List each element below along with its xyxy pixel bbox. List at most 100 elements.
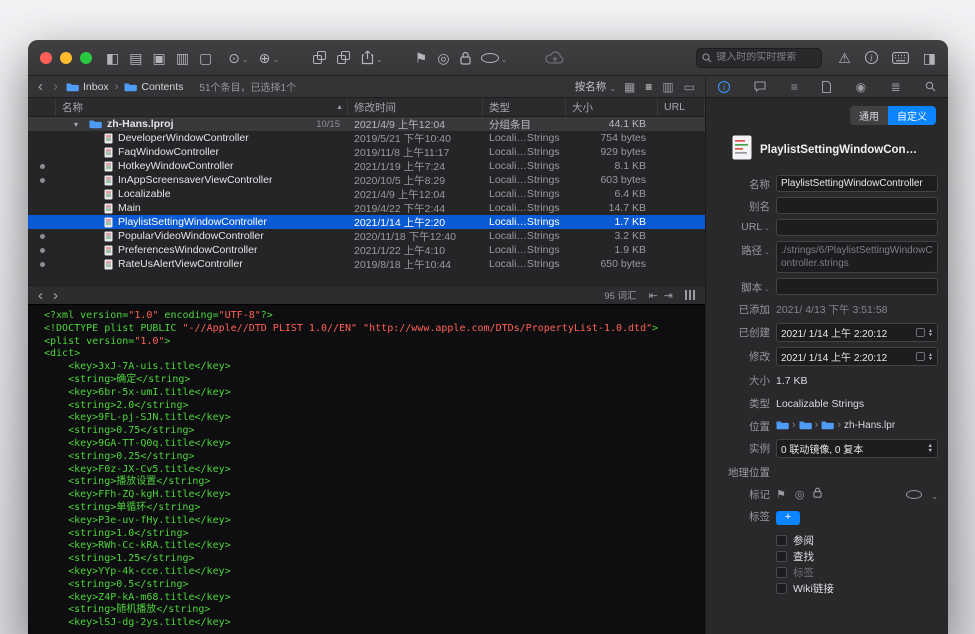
forward-button[interactable]: › — [51, 79, 60, 94]
date-stepper[interactable]: ▲▼ — [928, 329, 933, 337]
row-size-cell: 929 bytes — [566, 146, 658, 158]
tag-checkbox[interactable] — [776, 567, 787, 578]
list-view-icon[interactable]: ▤ — [129, 51, 142, 65]
search-tab-icon[interactable] — [925, 81, 936, 92]
tag-checkbox[interactable] — [776, 551, 787, 562]
field-input[interactable] — [776, 278, 938, 295]
column-header-url[interactable]: URL — [658, 98, 705, 116]
gallery-view-button[interactable]: ▭ — [682, 80, 697, 94]
back-button[interactable]: ‹ — [36, 79, 45, 94]
code-back-button[interactable]: ‹ — [36, 288, 45, 303]
table-row[interactable]: Main2019/4/22 下午2:44Locali…Strings14.7 K… — [28, 201, 705, 215]
column-header-mod[interactable]: 修改时间 — [348, 98, 483, 116]
table-row[interactable]: HotkeyWindowController2021/1/19 上午7:24Lo… — [28, 159, 705, 173]
add-tag-button[interactable]: + — [776, 511, 800, 525]
code-forward-button[interactable]: › — [51, 288, 60, 303]
table-row[interactable]: PlaylistSettingWindowController2021/1/14… — [28, 215, 705, 229]
list-view-button[interactable]: ≡ — [643, 80, 654, 94]
inspector-field-breadcrumb: 位置›››zh-Hans.lpr — [716, 417, 938, 434]
info-icon[interactable]: i — [865, 51, 878, 64]
disclosure-triangle-icon[interactable]: ▾ — [74, 120, 84, 129]
reader-view-icon[interactable]: ▣ — [152, 51, 165, 65]
table-row[interactable]: InAppScreensaverViewController2020/10/5 … — [28, 173, 705, 187]
minimize-button[interactable] — [60, 52, 72, 64]
line-wrap-icon[interactable] — [685, 290, 695, 300]
code-line: <string>单循环</string> — [44, 502, 705, 515]
copy-icon[interactable] — [313, 51, 327, 65]
code-line: <key>9GA-TT-Q0q.title</key> — [44, 438, 705, 451]
breadcrumb-inbox[interactable]: Inbox — [66, 81, 109, 93]
mark-lock-icon[interactable] — [813, 487, 822, 501]
field-input[interactable] — [776, 219, 938, 236]
column-header-name[interactable]: 名称▲ — [56, 98, 348, 116]
instances-select[interactable]: 0 联动镜像, 0 复本▲▼ — [776, 439, 938, 458]
field-input[interactable] — [776, 197, 938, 214]
tab-custom[interactable]: 自定义 — [888, 106, 936, 125]
cloud-upload-icon[interactable] — [545, 51, 565, 65]
breadcrumb-contents[interactable]: Contents — [124, 81, 183, 93]
info-tab-icon[interactable]: i — [718, 81, 730, 93]
next-result-icon[interactable]: ⇥ — [664, 289, 673, 302]
warning-icon[interactable]: ⚠ — [838, 51, 851, 65]
flag-icon[interactable]: ⚑ — [415, 51, 428, 65]
mark-record-icon[interactable]: ◎ — [795, 488, 805, 501]
record-icon[interactable]: ◎ — [437, 51, 449, 65]
table-row[interactable]: DeveloperWindowController2019/5/21 下午10:… — [28, 131, 705, 145]
source-editor[interactable]: <?xml version="1.0" encoding="UTF-8"?><!… — [28, 305, 705, 634]
field-label: 脚本 ⌄ — [716, 278, 770, 295]
search-field[interactable] — [696, 48, 822, 68]
column-header-size[interactable]: 大小 — [566, 98, 658, 116]
close-button[interactable] — [40, 52, 52, 64]
duplicate-icon[interactable] — [337, 51, 351, 65]
calendar-icon[interactable] — [916, 328, 925, 337]
zoom-button[interactable] — [80, 52, 92, 64]
row-size-cell: 603 bytes — [566, 174, 658, 186]
field-input[interactable]: PlaylistSettingWindowController — [776, 175, 938, 192]
field-label: 路径 ⌄ — [716, 241, 770, 258]
oval-menu-button[interactable]: ⌄ — [481, 53, 508, 63]
date-input[interactable]: 2021/ 1/14 上午 2:20:12▲▼ — [776, 347, 938, 366]
tag-item[interactable]: 参阅 — [776, 532, 938, 548]
code-line: <string>1.0</string> — [44, 528, 705, 541]
column-header-flag[interactable] — [28, 98, 56, 116]
add-menu-button[interactable]: ⊕⌄ — [259, 51, 279, 65]
share-icon[interactable]: ⌄ — [361, 50, 383, 65]
table-row[interactable]: PopularVideoWindowController2020/11/18 下… — [28, 229, 705, 243]
table-row[interactable]: ▾zh-Hans.lproj10/152021/4/9 上午12:04分组条目4… — [28, 117, 705, 131]
document-tab-icon[interactable] — [822, 81, 831, 93]
toggle-right-panel-icon[interactable]: ◨ — [923, 51, 936, 65]
sort-menu-button[interactable]: 按名称 ⌄ — [575, 79, 616, 94]
table-row[interactable]: FaqWindowController2019/11/8 上午11:17Loca… — [28, 145, 705, 159]
tab-general[interactable]: 通用 — [850, 106, 888, 125]
table-row[interactable]: PreferencesWindowController2021/1/22 上午4… — [28, 243, 705, 257]
tag-item[interactable]: 标签 — [776, 564, 938, 580]
toggle-sidebar-icon[interactable]: ◧ — [106, 51, 119, 65]
file-name: HotkeyWindowController — [118, 160, 234, 172]
record-tab-icon[interactable]: ◉ — [856, 80, 866, 94]
date-input[interactable]: 2021/ 1/14 上午 2:20:12▲▼ — [776, 323, 938, 342]
menu-tab-icon[interactable]: ≣ — [891, 80, 901, 94]
mark-oval-icon[interactable] — [906, 490, 922, 499]
panel-view-icon[interactable]: ▢ — [199, 51, 212, 65]
tag-checkbox[interactable] — [776, 583, 787, 594]
keyboard-icon[interactable] — [892, 52, 909, 64]
previous-result-icon[interactable]: ⇤ — [649, 289, 658, 302]
tag-item[interactable]: Wiki链接 — [776, 580, 938, 596]
search-input[interactable] — [716, 52, 816, 63]
tag-checkbox[interactable] — [776, 535, 787, 546]
lock-icon[interactable] — [460, 51, 471, 65]
columns-view-button[interactable]: ▥ — [660, 80, 675, 94]
comments-tab-icon[interactable] — [754, 81, 766, 92]
filter-menu-button[interactable]: ⊙⌄ — [228, 51, 248, 65]
column-header-type[interactable]: 类型 — [483, 98, 566, 116]
date-stepper[interactable]: ▲▼ — [928, 353, 933, 361]
tag-item[interactable]: 查找 — [776, 548, 938, 564]
mark-flag-icon[interactable]: ⚑ — [776, 488, 786, 501]
list-tab-icon[interactable]: ≡ — [791, 80, 798, 94]
location-breadcrumb[interactable]: ›››zh-Hans.lpr — [776, 417, 938, 431]
calendar-icon[interactable] — [916, 352, 925, 361]
column-view-icon[interactable]: ▥ — [176, 51, 189, 65]
table-row[interactable]: RateUsAlertViewController2019/8/18 上午10:… — [28, 257, 705, 271]
table-row[interactable]: Localizable2021/4/9 上午12:04Locali…String… — [28, 187, 705, 201]
icon-view-button[interactable]: ▦ — [622, 80, 637, 94]
